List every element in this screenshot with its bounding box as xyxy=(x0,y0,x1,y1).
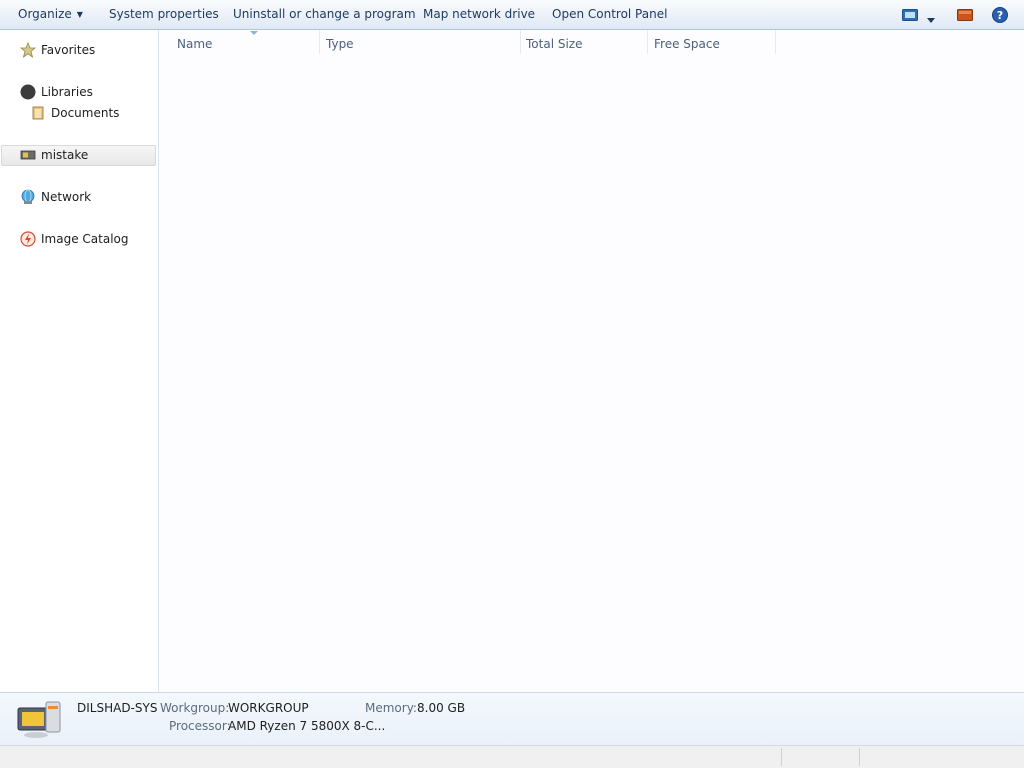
navigation-pane: Favorites Libraries Documents mistake Ne… xyxy=(0,30,159,692)
computer-icon xyxy=(20,147,36,169)
favorites-star-icon xyxy=(19,41,37,64)
column-header-free-space[interactable]: Free Space xyxy=(646,30,776,54)
status-bar xyxy=(0,745,1024,768)
sort-indicator-icon xyxy=(250,31,258,35)
column-header-free-space-label: Free Space xyxy=(654,37,720,51)
status-bar-divider xyxy=(859,748,860,766)
column-header-type[interactable]: Type xyxy=(318,30,521,54)
memory-label: Memory: xyxy=(365,701,417,715)
column-header-name-label: Name xyxy=(177,37,213,51)
status-bar-divider xyxy=(781,748,782,766)
nav-label-network: Network xyxy=(41,190,92,204)
nav-label-favorites: Favorites xyxy=(41,43,96,57)
chevron-down-icon: ▼ xyxy=(76,10,83,19)
processor-label: Processor: xyxy=(169,719,231,733)
workgroup-label: Workgroup: xyxy=(160,701,230,715)
preview-pane-icon[interactable] xyxy=(957,9,973,24)
nav-label-libraries: Libraries xyxy=(41,85,93,99)
map-network-drive-button[interactable]: Map network drive xyxy=(423,0,535,29)
svg-text:?: ? xyxy=(997,9,1003,22)
organize-label: Organize xyxy=(18,7,72,21)
nav-label-documents: Documents xyxy=(51,106,120,120)
details-pane: DILSHAD-SYS Workgroup: WORKGROUP Memory:… xyxy=(0,692,1024,745)
column-header-type-label: Type xyxy=(326,37,354,51)
documents-library-icon xyxy=(30,105,46,127)
view-options-dropdown-icon[interactable] xyxy=(927,12,935,26)
nav-label-image-catalog: Image Catalog xyxy=(41,232,129,246)
column-header-total-size-label: Total Size xyxy=(526,37,583,51)
column-header-total-size[interactable]: Total Size xyxy=(518,30,648,54)
organize-menu-button[interactable]: Organize ▼ xyxy=(18,0,83,29)
libraries-icon xyxy=(20,84,36,106)
change-view-icon[interactable] xyxy=(902,9,918,24)
uninstall-program-button[interactable]: Uninstall or change a program xyxy=(233,0,416,29)
computer-name: DILSHAD-SYS xyxy=(77,701,158,715)
file-list-view[interactable]: Name Type Total Size Free Space xyxy=(159,30,1024,692)
column-header-name[interactable]: Name xyxy=(169,30,320,54)
computer-large-icon xyxy=(16,700,64,743)
command-bar: Organize ▼ System properties Uninstall or… xyxy=(0,0,1024,30)
help-icon[interactable]: ? xyxy=(992,7,1008,26)
workgroup-value: WORKGROUP xyxy=(228,701,309,715)
system-properties-button[interactable]: System properties xyxy=(109,0,219,29)
memory-value: 8.00 GB xyxy=(417,701,466,715)
network-globe-icon xyxy=(20,189,36,211)
open-control-panel-button[interactable]: Open Control Panel xyxy=(552,0,667,29)
nav-label-computer: mistake xyxy=(41,148,89,162)
processor-value: AMD Ryzen 7 5800X 8-C... xyxy=(228,719,386,733)
image-catalog-icon xyxy=(20,231,36,253)
